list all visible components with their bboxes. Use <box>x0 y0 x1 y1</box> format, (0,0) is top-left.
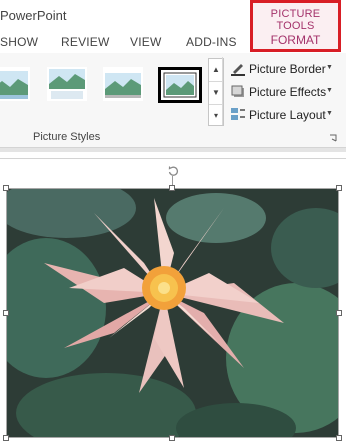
resize-handle-left[interactable] <box>3 310 9 316</box>
picture-layout-label: Picture Layout <box>249 108 326 122</box>
contextual-group-title: PICTURE TOOLS <box>270 8 321 32</box>
picture-tools-contextual-tab: PICTURE TOOLS FORMAT <box>250 0 341 52</box>
picture-effects-label: Picture Effects <box>249 85 327 99</box>
ribbon-panel: ▲ ▼ ▾ Picture Border ▼ Picture Effects ▼… <box>0 53 346 148</box>
picture-effects-button[interactable]: Picture Effects ▼ <box>230 82 340 102</box>
resize-handle-top-right[interactable] <box>336 185 342 191</box>
dialog-launcher-icon[interactable] <box>329 134 337 142</box>
picture-effects-icon <box>231 85 244 97</box>
chevron-down-icon: ▼ <box>326 110 333 117</box>
chevron-down-icon: ▼ <box>326 87 333 94</box>
ribbon-divider <box>222 57 223 125</box>
group-label-picture-styles: Picture Styles <box>33 131 101 143</box>
tab-format[interactable]: FORMAT <box>253 33 338 47</box>
picture-style-4-selected[interactable] <box>158 67 202 103</box>
gallery-more-icon[interactable]: ▾ <box>209 105 223 127</box>
resize-handle-top-left[interactable] <box>3 185 9 191</box>
tab-view[interactable]: VIEW <box>130 35 161 49</box>
picture-border-label: Picture Border <box>249 62 326 76</box>
picture-layout-icon <box>231 108 245 120</box>
resize-handle-bottom[interactable] <box>169 435 175 441</box>
picture-border-button[interactable]: Picture Border ▼ <box>230 59 340 79</box>
rotate-handle-icon[interactable] <box>167 164 179 176</box>
tab-add-ins[interactable]: ADD-INS <box>186 35 237 49</box>
app-title: PowerPoint <box>0 8 67 23</box>
resize-handle-right[interactable] <box>336 310 342 316</box>
picture-style-2[interactable] <box>47 67 87 101</box>
tab-review[interactable]: REVIEW <box>61 35 110 49</box>
resize-handle-bottom-right[interactable] <box>336 435 342 441</box>
tab-slide-show[interactable]: SHOW <box>0 35 38 49</box>
resize-handle-top[interactable] <box>169 185 175 191</box>
resize-handle-bottom-left[interactable] <box>3 435 9 441</box>
picture-style-1[interactable] <box>0 67 30 101</box>
picture-style-3[interactable] <box>103 67 143 101</box>
gallery-scroll-up-icon[interactable]: ▲ <box>209 59 223 82</box>
picture-border-icon <box>231 64 245 76</box>
chevron-down-icon: ▼ <box>326 64 333 71</box>
water-lily-photo[interactable] <box>6 188 339 438</box>
gallery-scroll-down-icon[interactable]: ▼ <box>209 82 223 105</box>
picture-layout-button[interactable]: Picture Layout ▼ <box>230 105 340 125</box>
ribbon-canvas-divider <box>0 152 346 159</box>
